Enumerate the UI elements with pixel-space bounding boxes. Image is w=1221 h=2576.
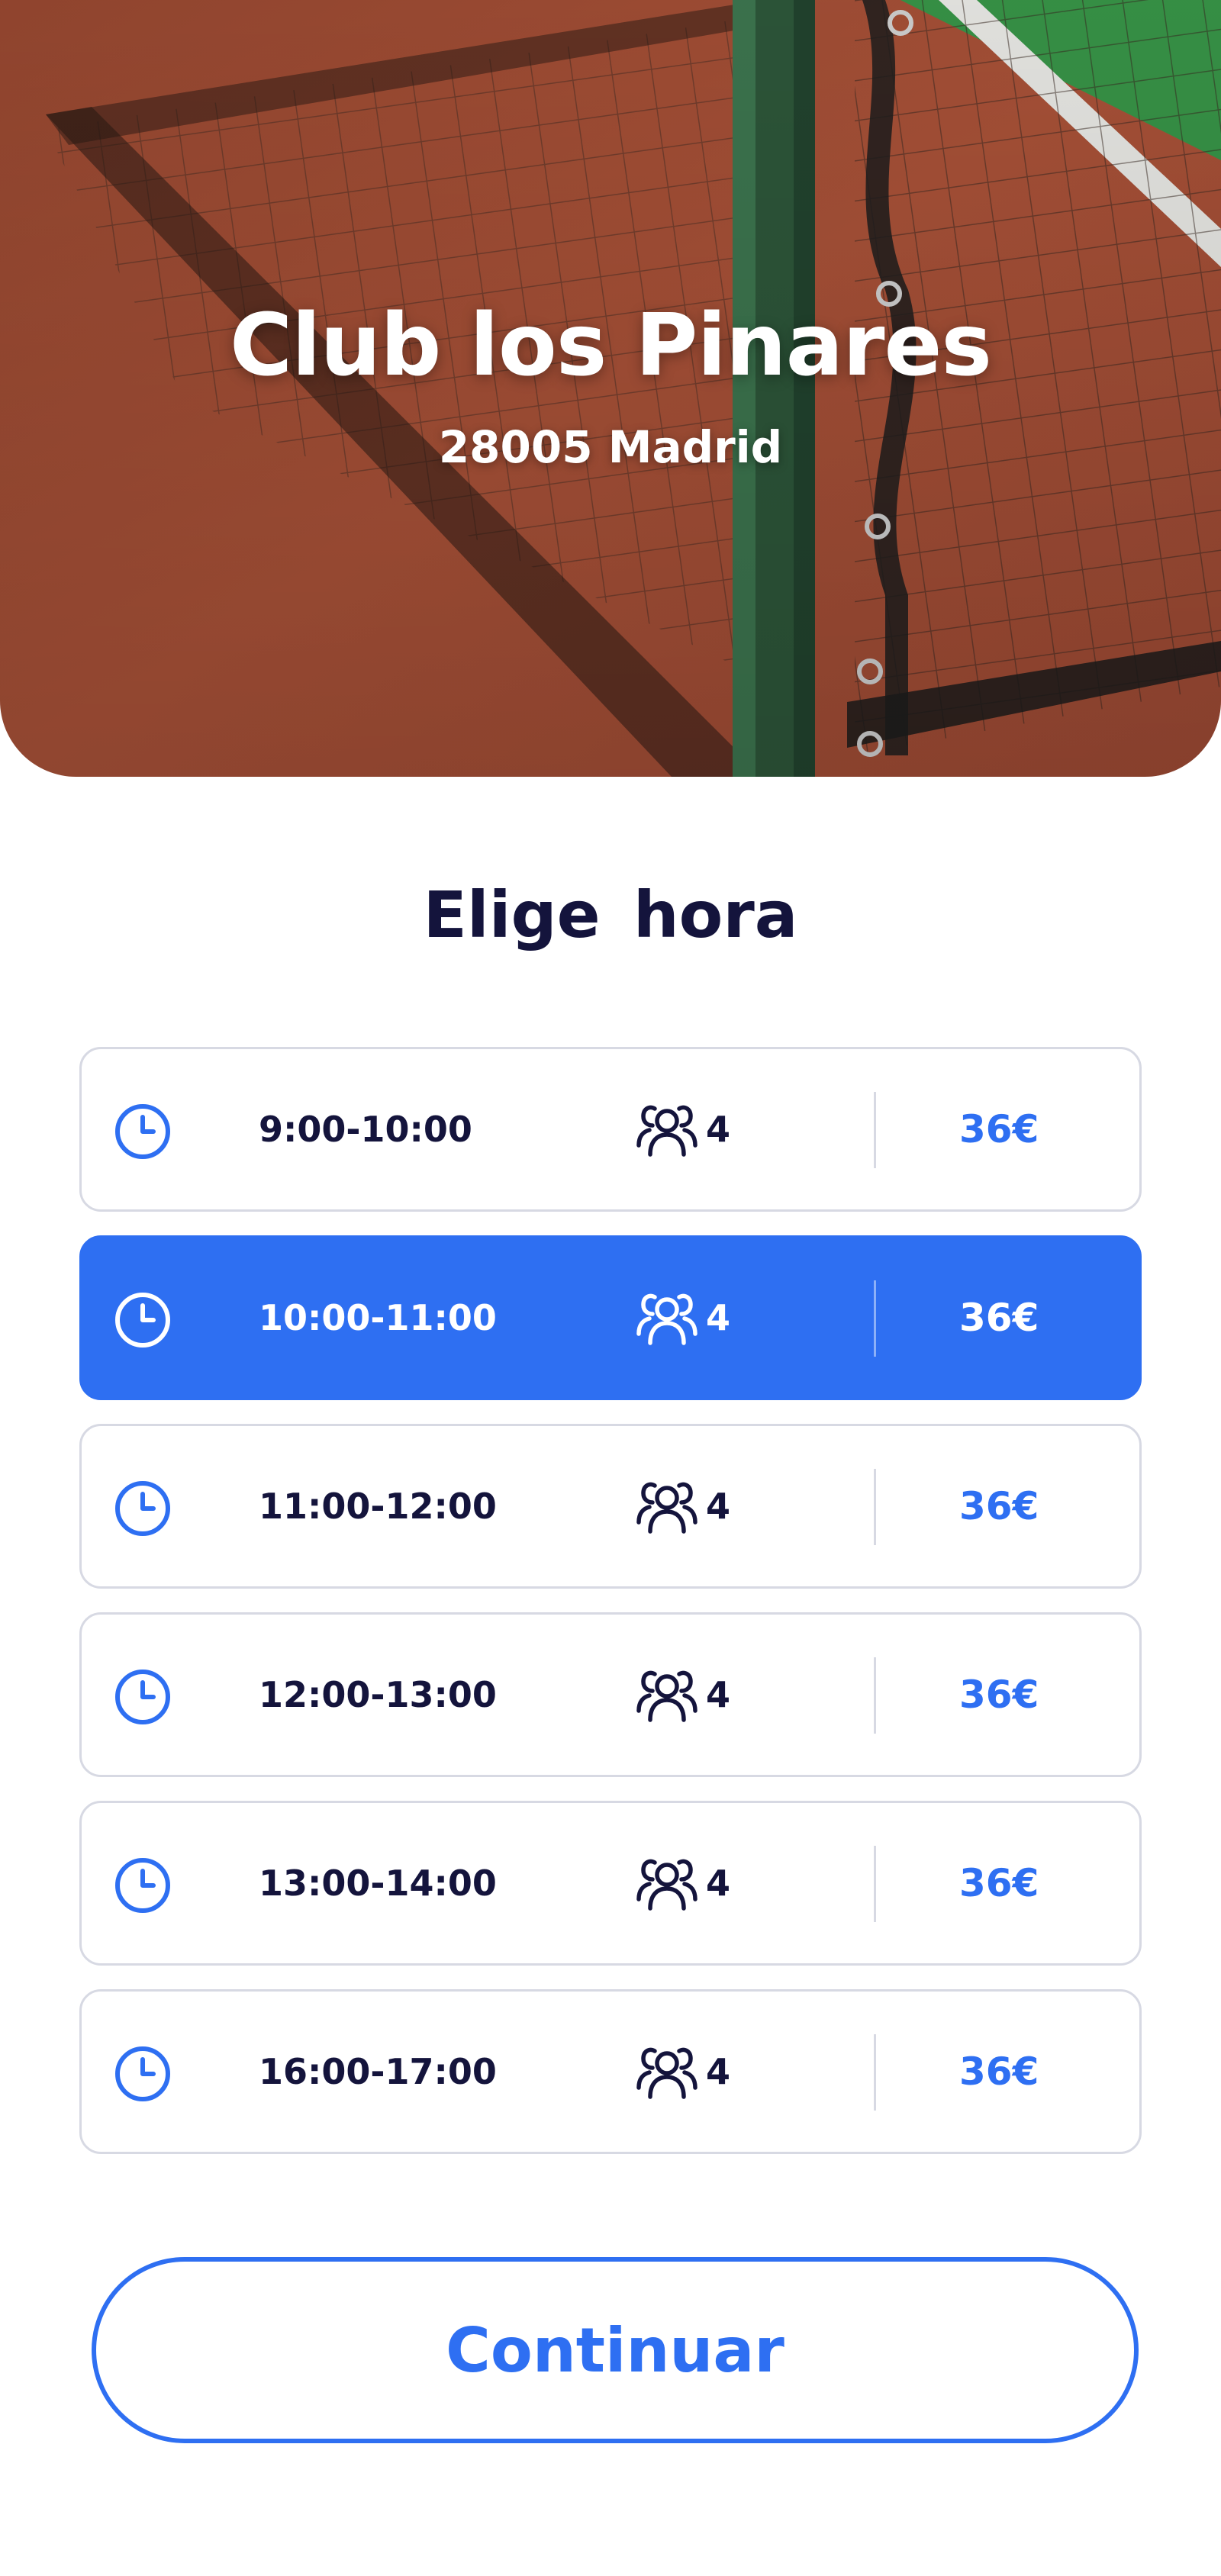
slot-players: 4 xyxy=(706,2051,731,2092)
time-slot-list: 9:00-10:00 4 36€ 10:00-11:00 4 36€ 11:00… xyxy=(79,1047,1142,2178)
time-slot-3[interactable]: 12:00-13:00 4 36€ xyxy=(79,1612,1142,1777)
slot-price: 36€ xyxy=(959,1484,1039,1528)
people-icon xyxy=(636,1293,697,1345)
clock-icon xyxy=(115,1481,170,1536)
continue-button[interactable]: Continuar xyxy=(92,2257,1139,2443)
slot-time: 12:00-13:00 xyxy=(259,1674,497,1715)
people-icon xyxy=(636,2047,697,2099)
clock-icon xyxy=(115,2046,170,2101)
page-title: Elige hora xyxy=(423,877,798,952)
hero-banner: Club los Pinares 28005 Madrid xyxy=(0,0,1221,777)
slot-price: 36€ xyxy=(959,1296,1039,1340)
time-slot-1[interactable]: 10:00-11:00 4 36€ xyxy=(79,1235,1142,1400)
time-slot-2[interactable]: 11:00-12:00 4 36€ xyxy=(79,1424,1142,1589)
time-slot-0[interactable]: 9:00-10:00 4 36€ xyxy=(79,1047,1142,1212)
club-location: 28005 Madrid xyxy=(438,421,783,473)
slot-divider xyxy=(874,1846,876,1922)
slot-price: 36€ xyxy=(959,1107,1039,1151)
slot-price: 36€ xyxy=(959,1673,1039,1717)
slot-price: 36€ xyxy=(959,2050,1039,2094)
clock-icon xyxy=(115,1104,170,1159)
people-icon xyxy=(636,1482,697,1534)
slot-divider xyxy=(874,2034,876,2111)
slot-divider xyxy=(874,1469,876,1545)
slot-time: 11:00-12:00 xyxy=(259,1486,497,1527)
slot-time: 16:00-17:00 xyxy=(259,2051,497,2092)
slot-players: 4 xyxy=(706,1486,731,1527)
time-slot-4[interactable]: 13:00-14:00 4 36€ xyxy=(79,1801,1142,1966)
clock-icon xyxy=(115,1670,170,1724)
people-icon xyxy=(636,1859,697,1911)
clock-icon xyxy=(115,1293,170,1348)
slot-time: 10:00-11:00 xyxy=(259,1297,497,1338)
time-slot-5[interactable]: 16:00-17:00 4 36€ xyxy=(79,1989,1142,2154)
slot-players: 4 xyxy=(706,1674,731,1715)
slot-divider xyxy=(874,1092,876,1168)
slot-players: 4 xyxy=(706,1109,731,1150)
people-icon xyxy=(636,1670,697,1722)
clock-icon xyxy=(115,1858,170,1913)
slot-time: 9:00-10:00 xyxy=(259,1109,472,1150)
slot-time: 13:00-14:00 xyxy=(259,1863,497,1904)
slot-divider xyxy=(874,1280,876,1357)
slot-price: 36€ xyxy=(959,1861,1039,1905)
slot-divider xyxy=(874,1657,876,1734)
slot-players: 4 xyxy=(706,1863,731,1904)
people-icon xyxy=(636,1105,697,1157)
club-name: Club los Pinares xyxy=(229,296,992,395)
slot-players: 4 xyxy=(706,1297,731,1338)
